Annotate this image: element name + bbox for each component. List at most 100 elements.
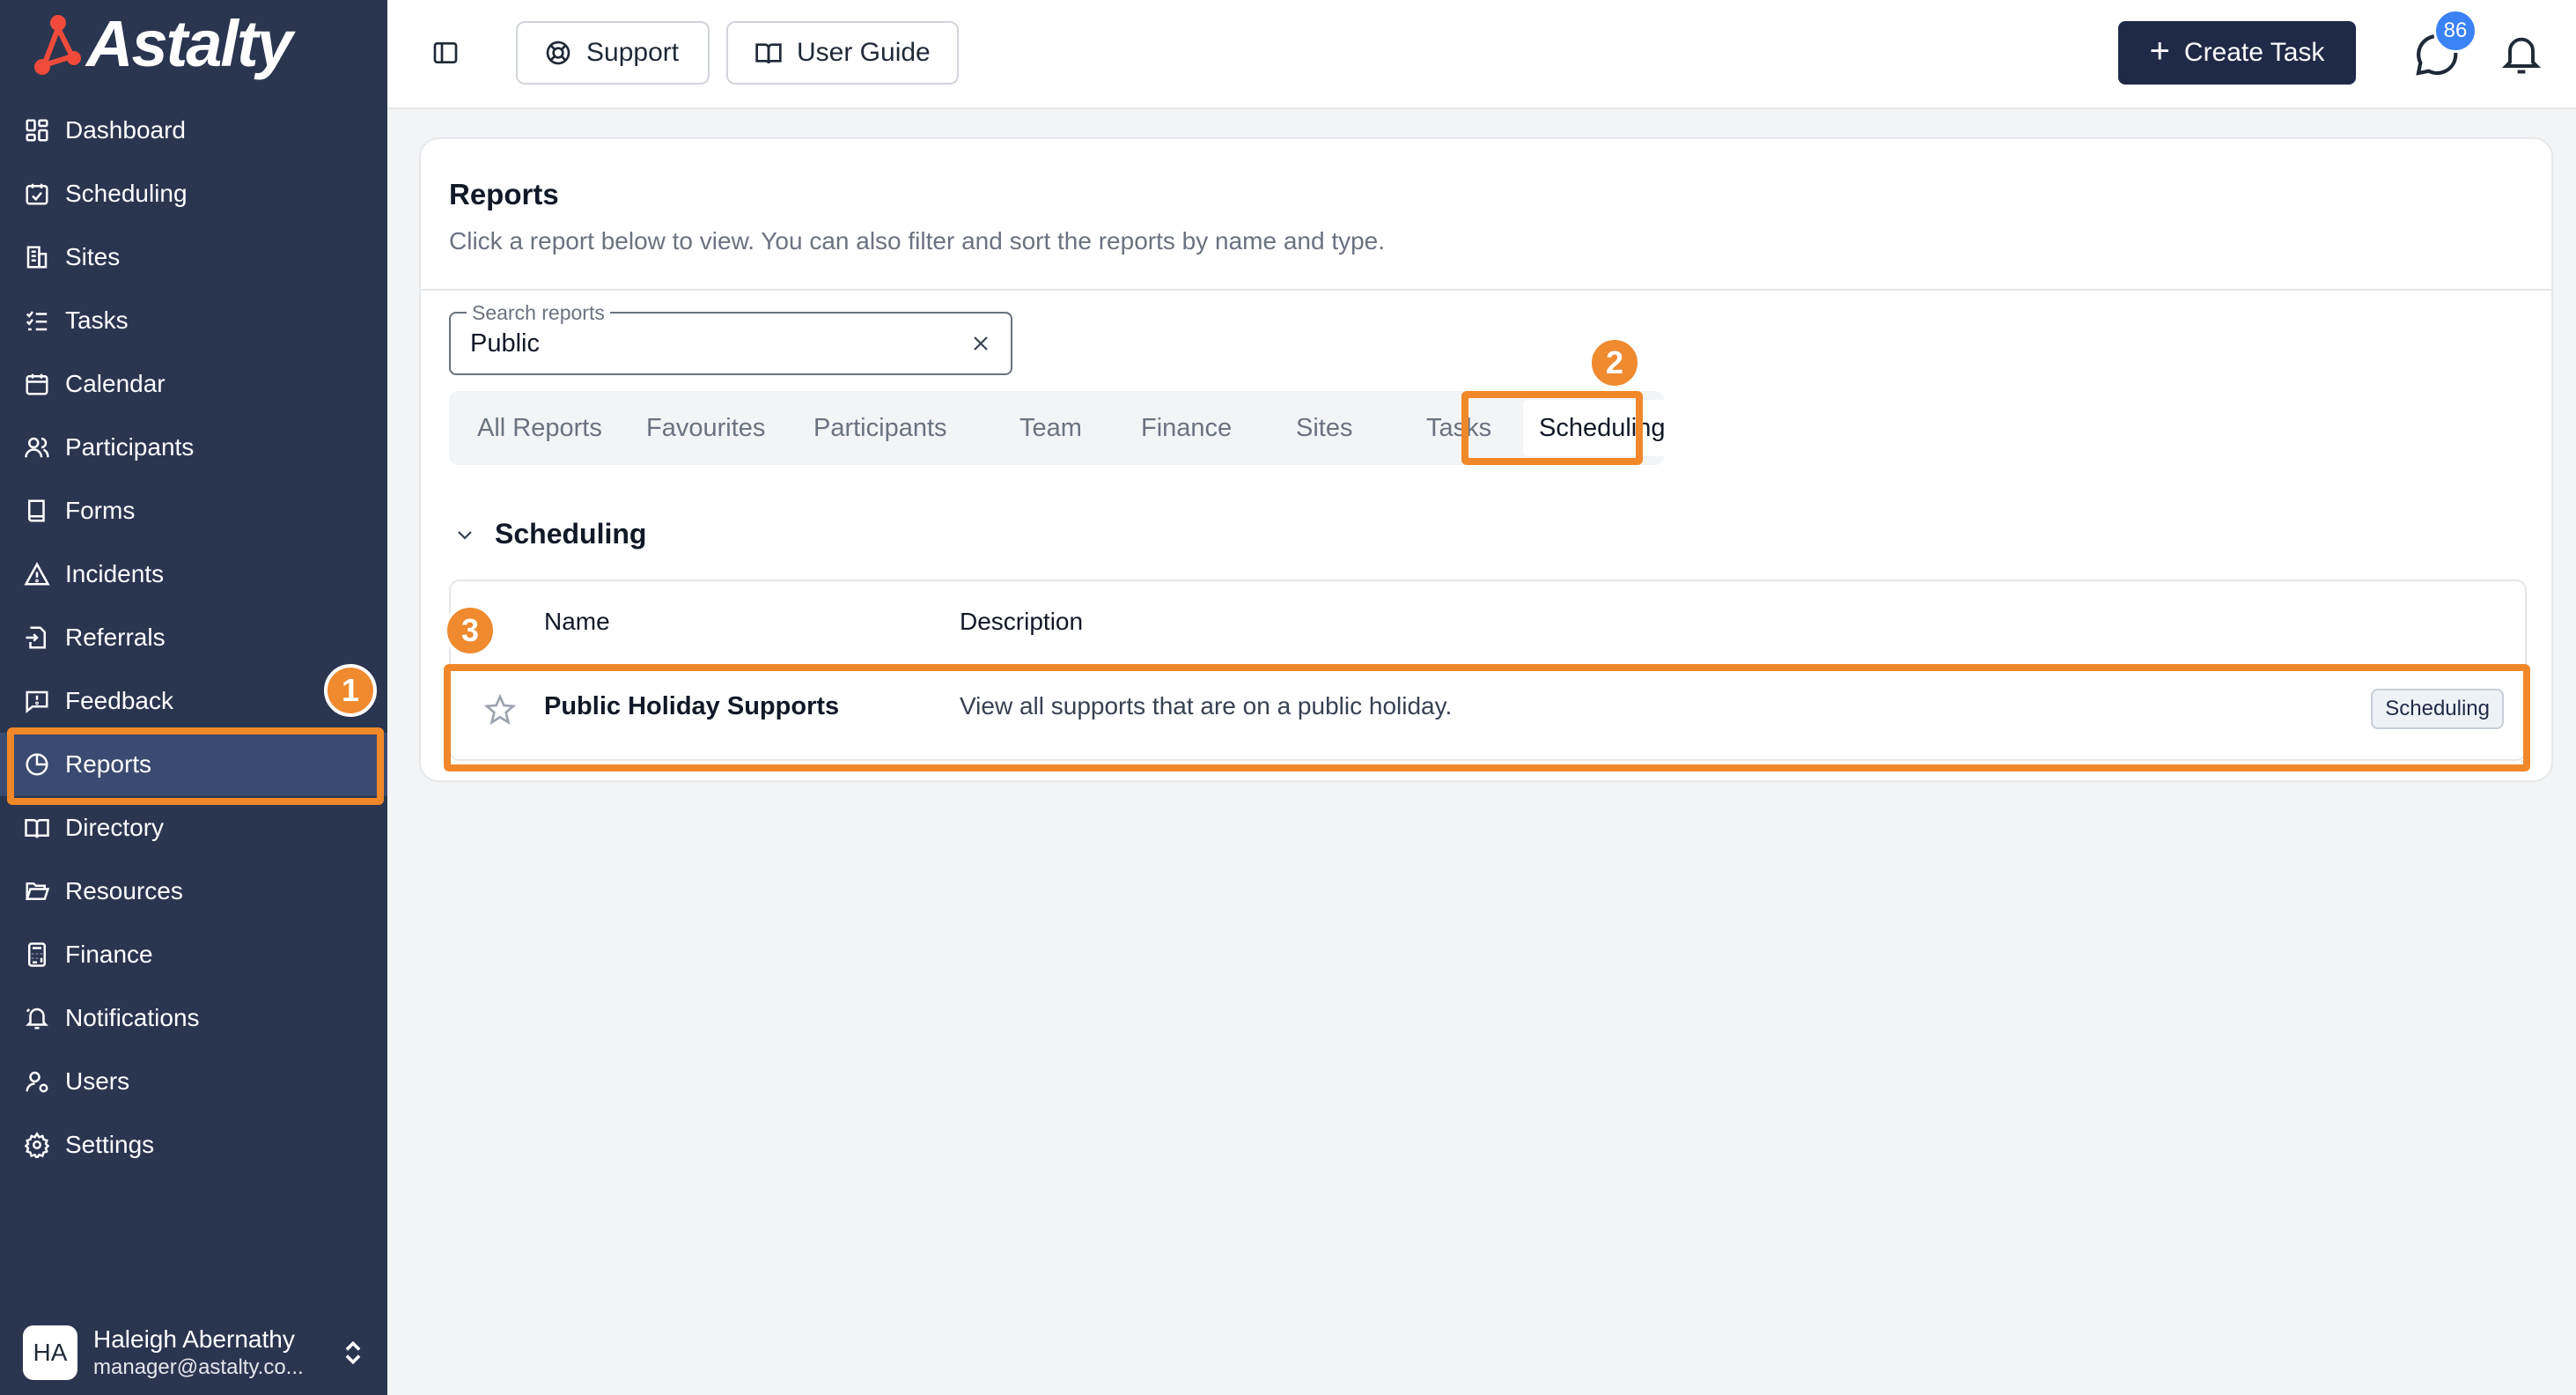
calendar-icon (23, 370, 51, 398)
sidebar-item-label: Settings (65, 1131, 155, 1158)
sidebar-item-dashboard[interactable]: Dashboard (0, 99, 387, 162)
reports-card: Reports Click a report below to view. Yo… (419, 137, 2553, 782)
sidebar-item-label: Calendar (65, 370, 166, 397)
sidebar-nav: Dashboard Scheduling Sites Tasks Calenda… (0, 99, 387, 1177)
sidebar-item-label: Users (65, 1067, 130, 1095)
user-guide-button[interactable]: User Guide (726, 21, 959, 85)
book-open-icon (754, 39, 783, 67)
tab-scheduling[interactable]: Scheduling (1523, 400, 1682, 456)
tab-favourites[interactable]: Favourites (646, 391, 765, 465)
user-cog-icon (23, 1067, 51, 1096)
sidebar-item-incidents[interactable]: Incidents (0, 542, 387, 606)
sidebar-item-participants[interactable]: Participants (0, 416, 387, 479)
sidebar-item-label: Tasks (65, 306, 129, 334)
page-description: Click a report below to view. You can al… (449, 227, 1386, 255)
search-input[interactable] (470, 326, 946, 361)
tab-participants[interactable]: Participants (813, 391, 947, 465)
user-guide-label: User Guide (797, 38, 931, 67)
sidebar-item-directory[interactable]: Directory (0, 796, 387, 860)
pie-chart-icon (23, 750, 51, 779)
star-icon[interactable] (482, 692, 518, 727)
sidebar-item-forms[interactable]: Forms (0, 479, 387, 542)
tab-sites[interactable]: Sites (1296, 391, 1352, 465)
sidebar-item-label: Reports (65, 750, 152, 778)
sidebar-item-reports[interactable]: Reports (0, 733, 387, 796)
report-name-link[interactable]: Public Holiday Supports (544, 692, 839, 721)
report-description: View all supports that are on a public h… (960, 692, 1453, 720)
sidebar-item-label: Notifications (65, 1004, 200, 1031)
sidebar-item-tasks[interactable]: Tasks (0, 289, 387, 352)
sidebar-item-resources[interactable]: Resources (0, 860, 387, 923)
tab-tasks[interactable]: Tasks (1426, 391, 1491, 465)
divider (421, 289, 2551, 291)
step-2-badge: 2 (1588, 336, 1641, 389)
column-header-name[interactable]: Name (544, 608, 610, 636)
bell-ring-icon (23, 1004, 51, 1032)
sidebar-toggle-icon[interactable] (430, 37, 461, 69)
create-task-button[interactable]: + Create Task (2118, 21, 2356, 85)
sidebar-item-label: Incidents (65, 560, 165, 587)
reports-table: Name Description Public Holiday Supports… (449, 579, 2527, 761)
create-task-label: Create Task (2183, 38, 2325, 67)
user-email: manager@astalty.co... (93, 1355, 304, 1379)
support-label: Support (586, 38, 680, 67)
open-book-icon (23, 814, 51, 842)
sidebar-item-sites[interactable]: Sites (0, 225, 387, 289)
close-icon[interactable] (968, 331, 993, 356)
sidebar-item-label: Resources (65, 877, 183, 904)
gear-icon (23, 1131, 51, 1159)
folder-open-icon (23, 877, 51, 905)
search-label: Search reports (467, 301, 610, 324)
sidebar-item-calendar[interactable]: Calendar (0, 352, 387, 416)
sidebar-item-label: Dashboard (65, 116, 186, 144)
sidebar-item-settings[interactable]: Settings (0, 1113, 387, 1177)
calendar-check-icon (23, 180, 51, 208)
lifebuoy-icon (544, 39, 572, 67)
sidebar-item-label: Sites (65, 243, 121, 270)
step-3-badge: 3 (444, 604, 497, 657)
avatar: HA (23, 1325, 77, 1380)
plus-icon: + (2149, 32, 2170, 70)
sidebar-item-label: Feedback (65, 687, 173, 714)
divider (451, 664, 2525, 666)
chevron-up-down-icon (340, 1335, 366, 1370)
book-icon (23, 497, 51, 525)
sidebar-item-referrals[interactable]: Referrals (0, 606, 387, 669)
sidebar-item-scheduling[interactable]: Scheduling (0, 162, 387, 225)
page-title: Reports (449, 178, 559, 210)
tab-team[interactable]: Team (1019, 391, 1082, 465)
step-1-badge: 1 (324, 664, 377, 717)
logo-mark-icon (34, 15, 81, 75)
calculator-icon (23, 941, 51, 969)
column-header-description[interactable]: Description (960, 608, 1083, 636)
user-menu[interactable]: HA Haleigh Abernathy manager@astalty.co.… (23, 1325, 366, 1381)
sidebar-item-notifications[interactable]: Notifications (0, 986, 387, 1050)
support-button[interactable]: Support (516, 21, 710, 85)
sidebar-item-label: Scheduling (65, 180, 188, 207)
search-field[interactable]: Search reports (449, 301, 1012, 375)
sidebar-item-label: Directory (65, 814, 165, 841)
astalty-logo[interactable]: Astalty (32, 7, 357, 81)
file-import-icon (23, 624, 51, 652)
sidebar-item-label: Referrals (65, 624, 166, 651)
section-title: Scheduling (495, 518, 647, 550)
chat-count-badge: 86 (2433, 9, 2477, 53)
warning-icon (23, 560, 51, 588)
report-type-badge: Scheduling (2371, 689, 2504, 729)
sidebar-item-label: Participants (65, 433, 195, 461)
users-icon (23, 433, 51, 461)
tab-finance[interactable]: Finance (1141, 391, 1232, 465)
section-header[interactable]: Scheduling (453, 518, 646, 550)
bell-icon[interactable] (2499, 30, 2544, 79)
sidebar-item-users[interactable]: Users (0, 1050, 387, 1113)
brand-name: Astalty (86, 7, 293, 80)
sidebar-item-label: Finance (65, 941, 153, 968)
message-alert-icon (23, 687, 51, 715)
sidebar-item-finance[interactable]: Finance (0, 923, 387, 986)
report-type-tabs: All Reports Favourites Participants Team… (449, 391, 1682, 465)
tab-all-reports[interactable]: All Reports (477, 391, 602, 465)
topbar: Support User Guide + Create Task 86 (387, 0, 2576, 109)
user-name: Haleigh Abernathy (93, 1325, 295, 1353)
building-icon (23, 243, 51, 271)
chevron-down-icon (453, 522, 477, 547)
